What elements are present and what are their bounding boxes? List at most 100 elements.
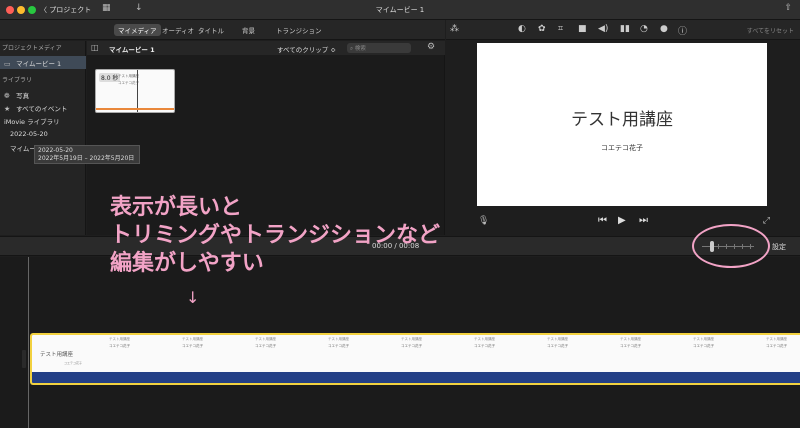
clip-frame: テスト用講座 コエテコ花子 <box>689 335 762 372</box>
frame-subtitle: コエテコ花子 <box>474 344 495 348</box>
share-icon[interactable]: ⇧ <box>784 3 792 13</box>
frame-subtitle: コエテコ花子 <box>64 361 83 365</box>
sidebar-item-imovie-library[interactable]: iMovie ライブラリ <box>0 114 86 127</box>
playhead[interactable] <box>28 257 29 428</box>
clip-frame: テスト用講座 コエテコ花子 <box>397 335 470 372</box>
clip-mini-title: テスト用講座 <box>118 74 139 78</box>
tab-backgrounds[interactable]: 背景 <box>242 25 255 35</box>
skip-back-icon[interactable]: ⏮ <box>598 215 607 226</box>
reset-all-button[interactable]: すべてをリセット <box>747 26 794 35</box>
frame-subtitle: コエテコ花子 <box>109 344 130 348</box>
annotation-text: 表示が長いと トリミングやトランジションなど 編集がしやすい <box>110 194 440 278</box>
tooltip-line1: 2022-05-20 <box>38 147 73 154</box>
sidebar-toggle-icon[interactable]: ◫ <box>91 43 99 52</box>
sidebar-item-all-events[interactable]: ★ すべてのイベント <box>0 101 86 114</box>
frame-subtitle: コエテコ花子 <box>693 344 714 348</box>
microphone-icon[interactable]: 🎙 <box>478 216 489 226</box>
sidebar-item-project[interactable]: ▭ マイムービー 1 <box>0 56 86 69</box>
annotation-line3: 編集がしやすい <box>110 251 264 276</box>
sidebar-item-event[interactable]: 2022-05-20 <box>0 128 86 141</box>
filter-icon[interactable]: ● <box>660 24 668 34</box>
sidebar-item-label: マイムー <box>10 145 36 153</box>
info-icon[interactable]: ⓘ <box>678 24 687 37</box>
tab-titles[interactable]: タイトル <box>198 25 224 35</box>
imovie-window: 〈 プロジェクト ▦ ↓ マイムービー 1 ⇧ マイメディア オーディオ タイト… <box>0 0 800 428</box>
timeline-settings-button[interactable]: 設定 <box>772 242 786 252</box>
clip-mini-subtitle: コエテコ花子 <box>118 81 139 85</box>
sidebar-item-label: iMovie ライブラリ <box>4 118 60 126</box>
frame-title: テスト用講座 <box>766 337 787 341</box>
browser-clip[interactable]: 8.0 秒 テスト用講座 コエテコ花子 <box>95 69 175 113</box>
audio-waveform-band <box>32 372 800 383</box>
viewer-toolbar: ⁂ ◐ ✿ ⌗ ■ ◀) ▮▮ ◔ ● ⓘ すべてをリセット <box>446 20 800 40</box>
annotation-line2: トリミングやトランジションなど <box>110 223 441 248</box>
preview-viewer: テスト用講座 コエテコ花子 🎙 ⏮ ▶ ⏭ ⤢ <box>446 41 800 235</box>
library-sidebar: プロジェクトメディア ▭ マイムービー 1 ライブラリ ❁ 写真 ★ すべてのイ… <box>0 41 86 235</box>
frame-subtitle: コエテコ花子 <box>620 344 641 348</box>
clip-frame: テスト用講座 コエテコ花子 <box>32 335 105 372</box>
library-header: ライブラリ <box>2 77 33 84</box>
annotation-circle <box>692 224 770 268</box>
tooltip-line2: 2022年5月19日 – 2022年5月20日 <box>38 155 135 162</box>
frame-subtitle: コエテコ花子 <box>547 344 568 348</box>
slide-subtitle: コエテコ花子 <box>601 144 643 152</box>
date-tooltip: 2022-05-20 2022年5月19日 – 2022年5月20日 <box>34 145 140 164</box>
sidebar-item-photos[interactable]: ❁ 写真 <box>0 88 86 101</box>
clip-frame: テスト用講座 コエテコ花子 <box>543 335 616 372</box>
magic-wand-icon[interactable]: ⁂ <box>450 24 459 34</box>
browser-header: ◫ マイムービー 1 すべてのクリップ ≎ ⌕ 検索 ⚙ <box>87 41 445 55</box>
clip-filter-select[interactable]: すべてのクリップ ≎ <box>277 44 336 54</box>
skimmer-line <box>137 70 138 112</box>
frame-subtitle: コエテコ花子 <box>255 344 276 348</box>
film-icon: ▭ <box>4 60 11 68</box>
frame-title: テスト用講座 <box>255 337 276 341</box>
speed-icon[interactable]: ◔ <box>640 24 648 34</box>
timeline-clip[interactable]: テスト用講座 コエテコ花子 テスト用講座 コエテコ花子 テスト用講座 コエテコ花… <box>30 333 800 385</box>
skip-forward-icon[interactable]: ⏭ <box>639 215 648 226</box>
clip-frame: テスト用講座 コエテコ花子 <box>105 335 178 372</box>
preview-frame: テスト用講座 コエテコ花子 <box>477 43 767 206</box>
crop-icon[interactable]: ⌗ <box>558 24 563 34</box>
sidebar-item-label: マイムービー 1 <box>16 60 62 68</box>
frame-title: テスト用講座 <box>620 337 641 341</box>
title-bar: 〈 プロジェクト ▦ ↓ マイムービー 1 ⇧ <box>0 0 800 20</box>
clip-frame: テスト用講座 コエテコ花子 <box>324 335 397 372</box>
frame-title: テスト用講座 <box>328 337 349 341</box>
frame-title: テスト用講座 <box>474 337 495 341</box>
search-placeholder: 検索 <box>354 46 366 52</box>
star-icon: ★ <box>4 105 11 113</box>
frame-title: テスト用講座 <box>40 352 74 358</box>
tab-my-media[interactable]: マイメディア <box>114 24 161 36</box>
clip-frame: テスト用講座 コエテコ花子 <box>178 335 251 372</box>
tab-audio[interactable]: オーディオ <box>162 25 194 35</box>
favorite-range-bar <box>96 108 174 110</box>
gear-icon[interactable]: ⚙ <box>427 42 435 52</box>
trim-handle[interactable] <box>22 350 26 368</box>
color-balance-icon[interactable]: ◐ <box>518 24 526 34</box>
volume-icon[interactable]: ◀) <box>598 24 608 34</box>
frame-subtitle: コエテコ花子 <box>328 344 349 348</box>
clip-frame: テスト用講座 コエテコ花子 <box>470 335 543 372</box>
timeline: テスト用講座 コエテコ花子 テスト用講座 コエテコ花子 テスト用講座 コエテコ花… <box>0 257 800 428</box>
media-tabs: マイメディア オーディオ タイトル 背景 トランジション <box>0 20 445 40</box>
camera-icon[interactable]: ■ <box>578 24 587 34</box>
frame-title: テスト用講座 <box>547 337 568 341</box>
play-icon[interactable]: ▶ <box>618 215 626 226</box>
fullscreen-icon[interactable]: ⤢ <box>763 216 770 226</box>
frame-subtitle: コエテコ花子 <box>766 344 787 348</box>
sidebar-item-label: 2022-05-20 <box>10 130 48 138</box>
window-title: マイムービー 1 <box>375 6 425 14</box>
annotation-line1: 表示が長いと <box>110 195 243 220</box>
photos-icon: ❁ <box>4 92 10 100</box>
project-media-header: プロジェクトメディア <box>2 45 62 52</box>
color-palette-icon[interactable]: ✿ <box>538 24 546 34</box>
clip-frame: テスト用講座 コエテコ花子 <box>762 335 800 372</box>
search-input[interactable]: ⌕ 検索 <box>347 43 411 53</box>
frame-subtitle: コエテコ花子 <box>182 344 203 348</box>
tab-transitions[interactable]: トランジション <box>276 25 322 35</box>
equalizer-icon[interactable]: ▮▮ <box>620 24 630 34</box>
clip-frame: テスト用講座 コエテコ花子 <box>251 335 324 372</box>
frame-title: テスト用講座 <box>693 337 714 341</box>
annotation-arrow: ↓ <box>186 288 200 307</box>
frame-title: テスト用講座 <box>109 337 130 341</box>
